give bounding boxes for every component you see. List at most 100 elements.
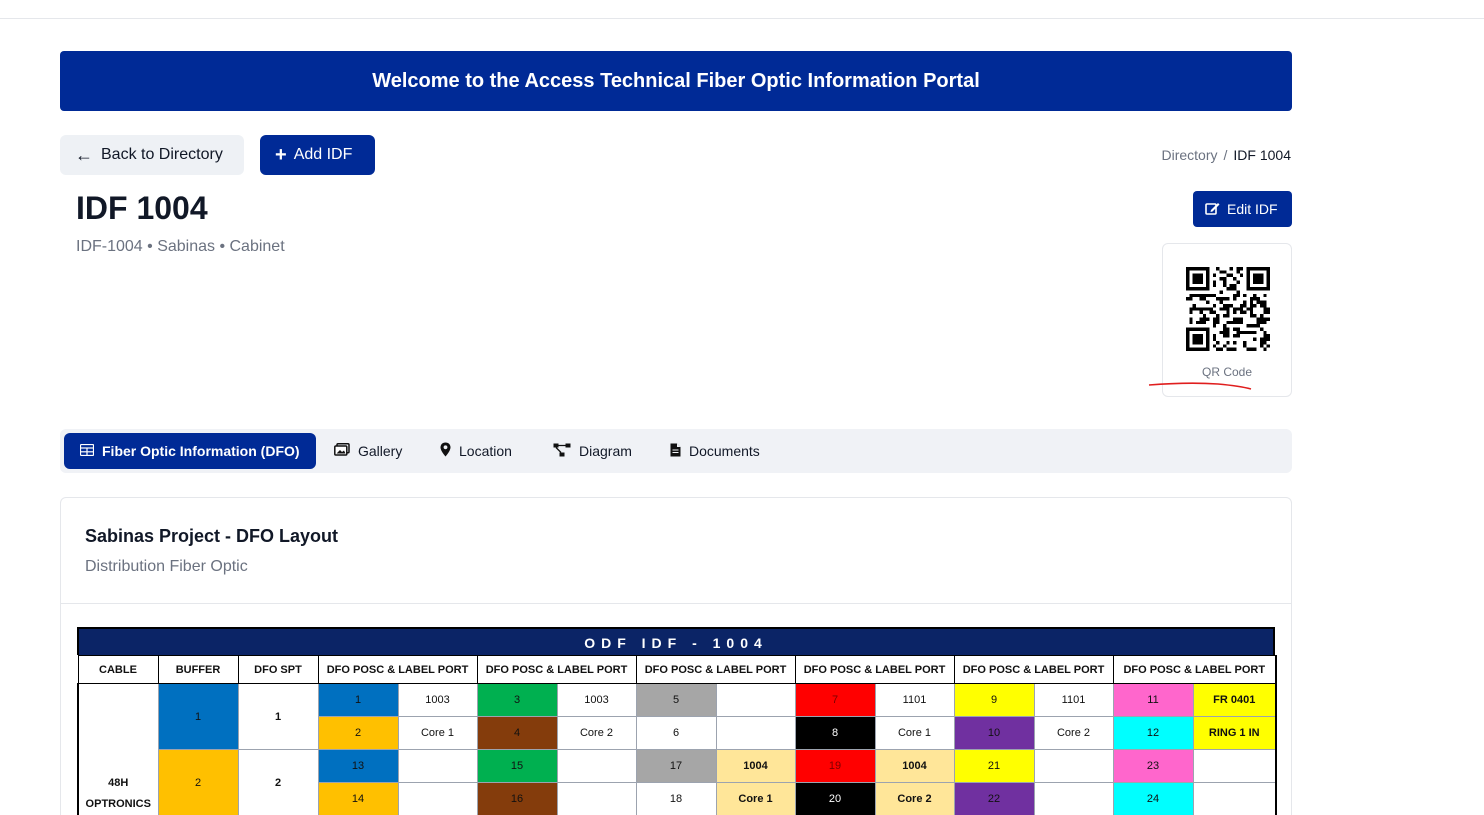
cable-line-2: OPTRONICS <box>85 798 151 810</box>
breadcrumb-current: IDF 1004 <box>1233 147 1291 163</box>
panel-header: Sabinas Project - DFO Layout Distributio… <box>61 498 1291 604</box>
tab-bar: Fiber Optic Information (DFO) Gallery Lo… <box>60 429 1292 473</box>
qr-code-label: QR Code <box>1201 365 1253 379</box>
port-label-cell: 1101 <box>1033 683 1114 717</box>
port-label-cell: RING 1 IN <box>1192 716 1277 750</box>
plus-icon: + <box>275 143 287 166</box>
edit-idf-label: Edit IDF <box>1227 201 1278 217</box>
tab-fiber-optic-information[interactable]: Fiber Optic Information (DFO) <box>64 433 316 469</box>
qr-code-card[interactable]: QR Code <box>1162 243 1292 397</box>
port-label-cell <box>1192 749 1277 783</box>
buffer-cell: 1 <box>157 683 239 750</box>
fiber-position-cell: 5 <box>635 683 717 717</box>
port-label-cell: 1101 <box>874 683 955 717</box>
tab-label: Location <box>459 443 512 459</box>
dfo-layout-panel: Sabinas Project - DFO Layout Distributio… <box>60 497 1292 815</box>
odf-header-row: CABLE BUFFER DFO SPT DFO POSC & LABEL PO… <box>77 655 1277 684</box>
page-subtitle: IDF-1004 • Sabinas • Cabinet <box>76 238 285 255</box>
port-label-cell: Core 1 <box>874 716 955 750</box>
welcome-banner-text: Welcome to the Access Technical Fiber Op… <box>372 69 980 92</box>
fiber-position-cell: 7 <box>794 683 876 717</box>
edit-icon <box>1205 201 1220 218</box>
buffer-cell: 2 <box>157 749 239 815</box>
odf-row: 2 2 13 15 17 1004 19 1004 21 23 <box>78 749 1277 815</box>
port-label-cell <box>1033 782 1114 815</box>
header-cell: DFO POSC & LABEL PORT <box>1112 655 1277 684</box>
fiber-position-cell: 22 <box>953 782 1035 815</box>
fiber-position-cell: 13 <box>317 749 399 783</box>
page-title: IDF 1004 <box>76 190 208 226</box>
fiber-position-cell: 1 <box>317 683 399 717</box>
port-label-cell: 1003 <box>556 683 637 717</box>
port-label-cell <box>1033 749 1114 783</box>
port-label-cell: Core 2 <box>1033 716 1114 750</box>
breadcrumb-directory-link[interactable]: Directory <box>1162 147 1218 163</box>
port-label-cell <box>556 749 637 783</box>
fiber-position-cell: 23 <box>1112 749 1194 783</box>
port-label-cell: FR 0401 <box>1192 683 1277 717</box>
fiber-position-cell: 18 <box>635 782 717 815</box>
header-cell: BUFFER <box>157 655 239 684</box>
fiber-position-cell: 12 <box>1112 716 1194 750</box>
fiber-position-cell: 2 <box>317 716 399 750</box>
tab-location[interactable]: Location <box>440 433 512 469</box>
add-idf-button[interactable]: + Add IDF <box>260 135 375 175</box>
header-cell: DFO POSC & LABEL PORT <box>635 655 796 684</box>
fiber-position-cell: 6 <box>635 716 717 750</box>
map-pin-icon <box>440 442 451 460</box>
fiber-position-cell: 14 <box>317 782 399 815</box>
tab-label: Fiber Optic Information (DFO) <box>102 443 300 459</box>
panel-title: Sabinas Project - DFO Layout <box>85 526 339 546</box>
back-button-label: Back to Directory <box>101 146 223 163</box>
cable-cell: 48H OPTRONICS <box>77 683 159 815</box>
port-label-cell: Core 2 <box>556 716 637 750</box>
tab-diagram[interactable]: Diagram <box>553 433 632 469</box>
header-cell: DFO SPT <box>237 655 319 684</box>
odf-row: 48H OPTRONICS 1 1 1 1003 3 1003 5 7 1101 9 1101 11 FR … <box>77 683 1277 815</box>
panel-subtitle: Distribution Fiber Optic <box>85 558 248 575</box>
header-cell: CABLE <box>77 655 159 684</box>
fiber-position-cell: 3 <box>476 683 558 717</box>
table-icon <box>79 443 95 459</box>
diagram-icon <box>553 443 571 460</box>
breadcrumb: Directory / IDF 1004 <box>1162 147 1292 163</box>
cable-line-1: 48H <box>108 777 129 789</box>
port-label-cell: Core 1 <box>397 716 478 750</box>
port-label-cell: 1003 <box>397 683 478 717</box>
port-label-cell: Core 1 <box>715 782 796 815</box>
qr-code-image <box>1186 267 1270 351</box>
fiber-position-cell: 21 <box>953 749 1035 783</box>
top-divider <box>0 18 1484 19</box>
header-cell: DFO POSC & LABEL PORT <box>953 655 1114 684</box>
tab-label: Documents <box>689 443 760 459</box>
port-label-cell: Core 2 <box>874 782 955 815</box>
port-label-cell <box>1192 782 1277 815</box>
port-label-cell <box>397 749 478 783</box>
fiber-position-cell: 11 <box>1112 683 1194 717</box>
odf-table-image: ODF IDF - 1004 CABLE BUFFER DFO SPT DFO … <box>77 627 1277 815</box>
fiber-position-cell: 9 <box>953 683 1035 717</box>
tab-documents[interactable]: Documents <box>670 433 760 469</box>
fiber-position-cell: 17 <box>635 749 717 783</box>
fiber-position-cell: 24 <box>1112 782 1194 815</box>
fiber-position-cell: 15 <box>476 749 558 783</box>
tab-label: Gallery <box>358 443 403 459</box>
dfo-spt-cell: 2 <box>237 749 319 815</box>
fiber-position-cell: 19 <box>794 749 876 783</box>
port-label-cell <box>556 782 637 815</box>
red-annotation-underline <box>1148 382 1252 390</box>
edit-idf-button[interactable]: Edit IDF <box>1193 191 1292 227</box>
fiber-position-cell: 16 <box>476 782 558 815</box>
port-label-cell: 1004 <box>874 749 955 783</box>
fiber-position-cell: 4 <box>476 716 558 750</box>
odf-title: ODF IDF - 1004 <box>77 627 1275 655</box>
tab-gallery[interactable]: Gallery <box>334 433 402 469</box>
port-label-cell <box>715 716 796 750</box>
fiber-position-cell: 10 <box>953 716 1035 750</box>
arrow-left-icon: ← <box>75 144 93 165</box>
dfo-spt-cell: 1 <box>237 683 319 750</box>
port-label-cell <box>715 683 796 717</box>
odf-table: CABLE BUFFER DFO SPT DFO POSC & LABEL PO… <box>77 655 1277 815</box>
back-to-directory-button[interactable]: ← Back to Directory <box>60 135 244 175</box>
header-cell: DFO POSC & LABEL PORT <box>476 655 637 684</box>
